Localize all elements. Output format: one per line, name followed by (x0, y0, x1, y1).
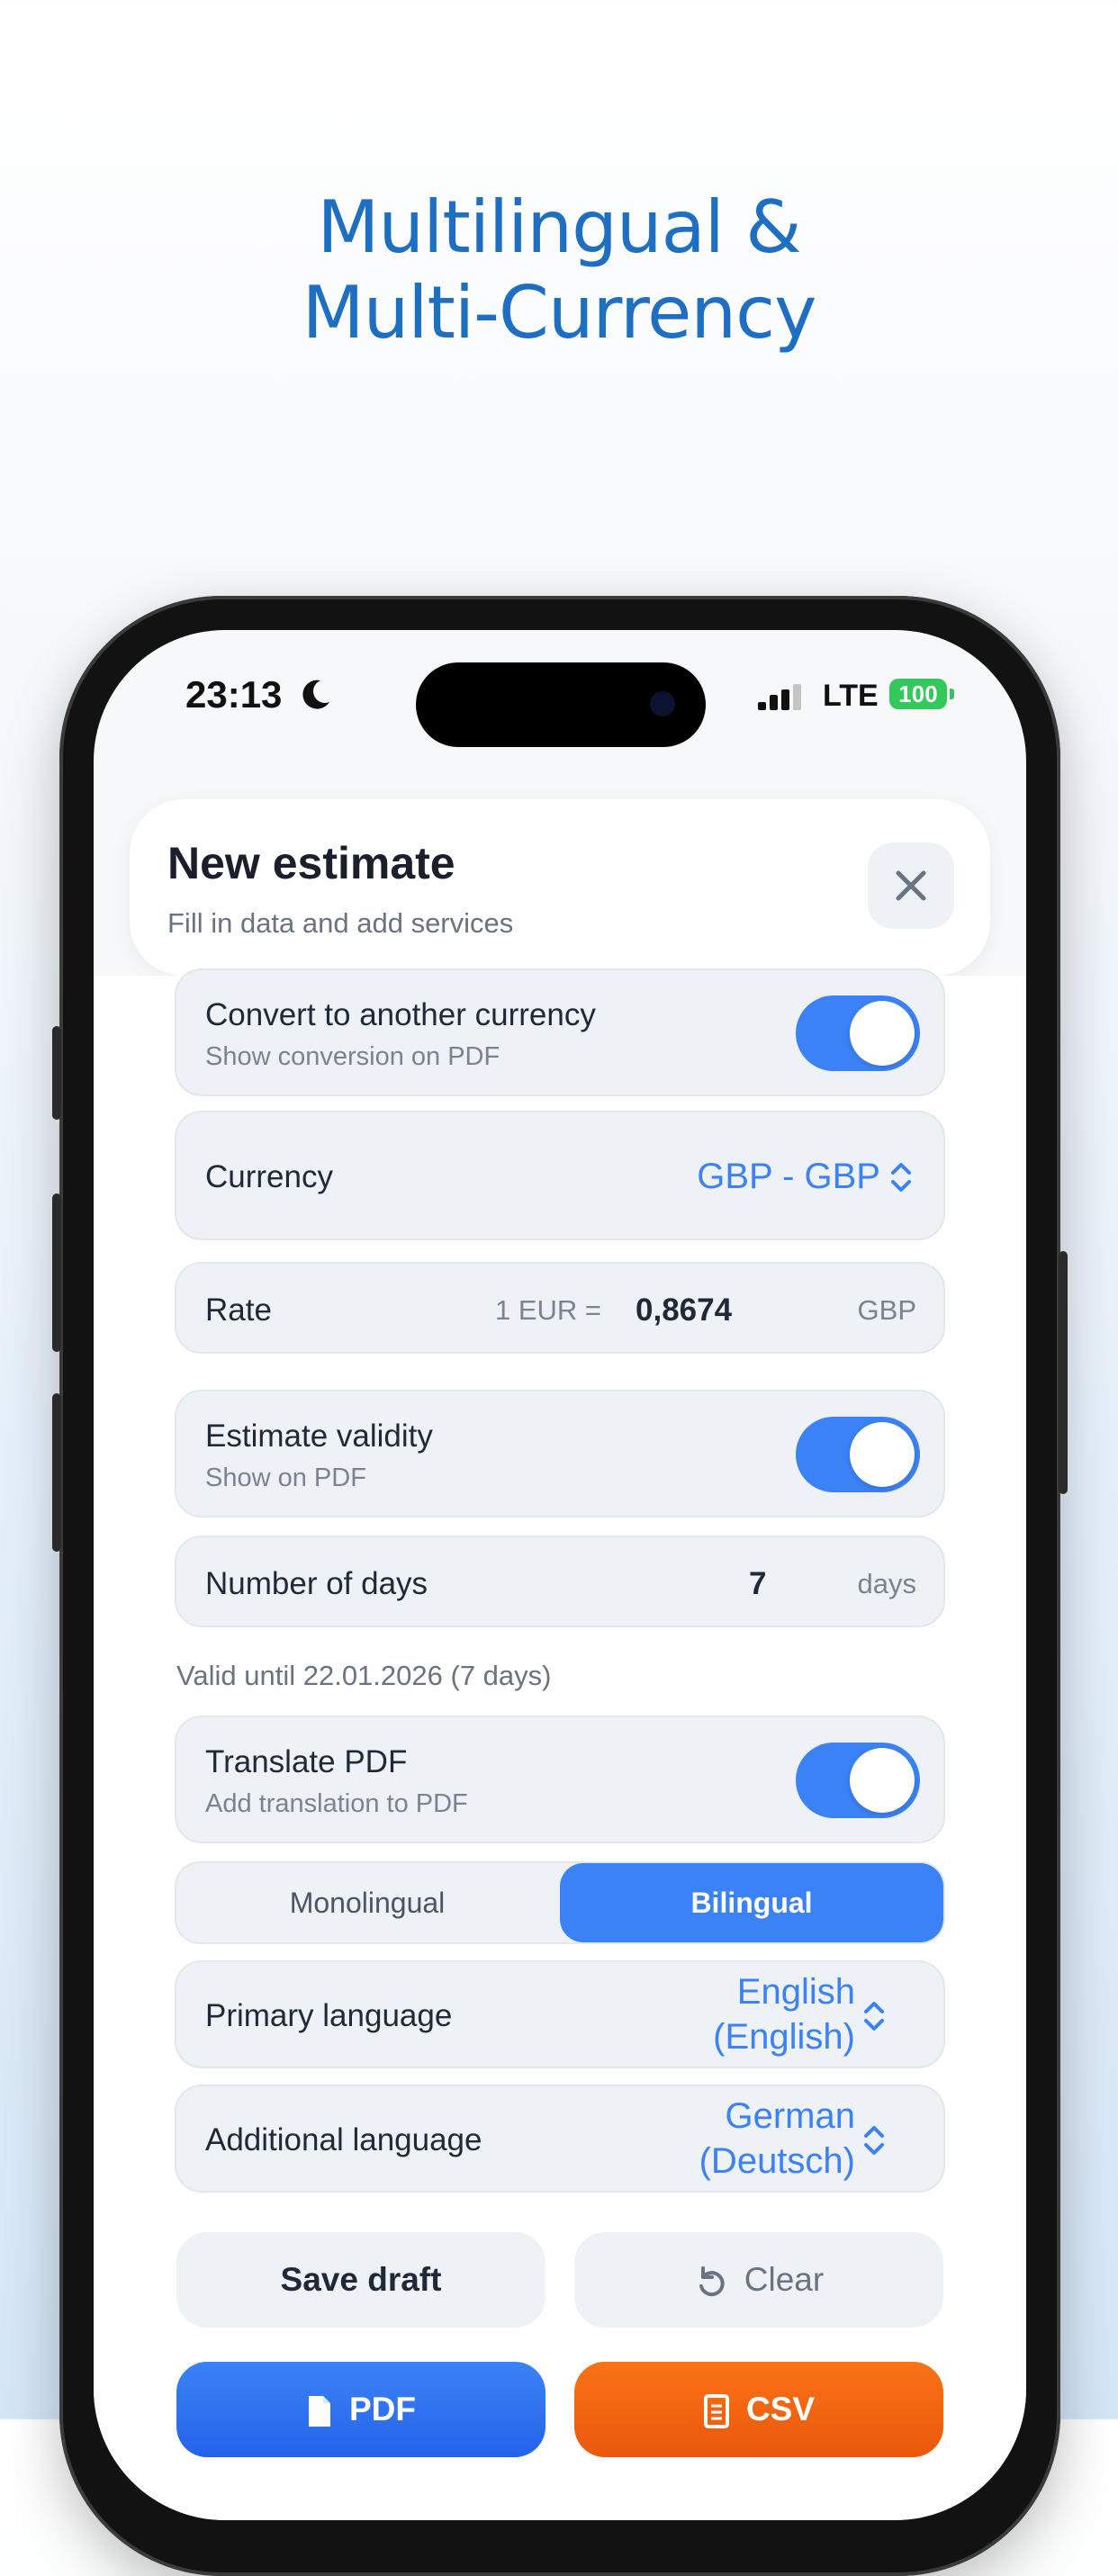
additional-language-name: German (725, 2096, 856, 2136)
validity-toggle[interactable] (796, 1417, 920, 1492)
convert-currency-subtitle: Show conversion on PDF (205, 1042, 500, 1071)
currency-row[interactable]: Currency GBP - GBP (175, 1111, 945, 1240)
toggle-knob (850, 1748, 915, 1813)
convert-currency-row: Convert to another currency Show convers… (175, 968, 945, 1096)
rate-unit: GBP (857, 1294, 916, 1326)
battery-level: 100 (898, 680, 938, 707)
chevron-up-down-icon (891, 1163, 911, 1192)
toggle-knob (850, 1422, 915, 1487)
primary-language-label: Primary language (205, 1998, 453, 2033)
clear-label: Clear (744, 2261, 825, 2298)
rate-input[interactable]: 0,8674 (636, 1293, 732, 1329)
network-type: LTE (823, 679, 879, 713)
spreadsheet-icon (703, 2394, 729, 2429)
days-label: Number of days (205, 1566, 428, 1601)
export-csv-button[interactable]: CSV (574, 2362, 943, 2457)
translation-mode-segmented-control: Monolingual Bilingual (175, 1861, 945, 1944)
camera-icon (650, 691, 675, 716)
phone-screen: 23:13 LTE 100 New estimate Fill in data … (94, 630, 1026, 2520)
headline-line-1: Multilingual & (317, 185, 801, 269)
days-unit: days (857, 1568, 916, 1599)
dynamic-island (416, 662, 706, 747)
days-row: Number of days 7 days (175, 1536, 945, 1627)
battery-icon: 100 (889, 679, 954, 709)
rate-label: Rate (205, 1293, 272, 1328)
translate-subtitle: Add translation to PDF (205, 1789, 468, 1818)
convert-currency-toggle[interactable] (796, 995, 920, 1071)
primary-language-value: English (English) (713, 1969, 855, 2059)
form-content: Convert to another currency Show convers… (94, 968, 1026, 2520)
validity-row: Estimate validity Show on PDF (175, 1390, 945, 1518)
segment-monolingual[interactable]: Monolingual (176, 1863, 558, 1942)
document-icon (309, 2396, 330, 2427)
toggle-knob (850, 1001, 915, 1066)
modal-header: New estimate Fill in data and add servic… (130, 799, 990, 976)
currency-label: Currency (205, 1159, 333, 1194)
primary-language-native: (English) (713, 2017, 855, 2057)
chevron-up-down-icon (864, 2002, 884, 2031)
close-icon (896, 870, 926, 901)
headline: Multilingual & Multi-Currency (0, 185, 1118, 356)
modal-subtitle: Fill in data and add services (167, 907, 514, 939)
primary-language-row[interactable]: Primary language English (English) (175, 1960, 945, 2068)
csv-label: CSV (745, 2391, 816, 2427)
valid-until-note: Valid until 22.01.2026 (7 days) (176, 1660, 552, 1691)
days-input[interactable]: 7 (749, 1566, 766, 1602)
save-draft-button[interactable]: Save draft (176, 2232, 545, 2328)
primary-language-name: English (736, 1972, 855, 2012)
modal-title: New estimate (167, 838, 455, 888)
signal-icon (758, 684, 801, 710)
currency-value: GBP - GBP (697, 1157, 880, 1196)
additional-language-native: (Deutsch) (699, 2141, 855, 2181)
pdf-label: PDF (349, 2391, 416, 2427)
status-time: 23:13 (185, 673, 283, 716)
translate-toggle[interactable] (796, 1743, 920, 1818)
action-button (52, 1026, 61, 1120)
rate-row: Rate 1 EUR = 0,8674 GBP (175, 1262, 945, 1354)
export-pdf-button[interactable]: PDF (176, 2362, 545, 2457)
translate-row: Translate PDF Add translation to PDF (175, 1716, 945, 1843)
validity-title: Estimate validity (205, 1419, 433, 1454)
headline-line-2: Multi-Currency (302, 271, 817, 355)
rate-prefix: 1 EUR = (495, 1294, 602, 1326)
power-button (1059, 1251, 1068, 1494)
moon-icon (302, 680, 329, 709)
additional-language-label: Additional language (205, 2122, 482, 2157)
additional-language-row[interactable]: Additional language German (Deutsch) (175, 2085, 945, 2193)
translate-title: Translate PDF (205, 1744, 408, 1779)
clear-button[interactable]: Clear (574, 2232, 943, 2328)
status-bar: 23:13 LTE 100 (94, 630, 1026, 756)
close-button[interactable] (868, 842, 954, 929)
additional-language-value: German (Deutsch) (699, 2094, 855, 2184)
segment-bilingual[interactable]: Bilingual (560, 1863, 943, 1942)
validity-subtitle: Show on PDF (205, 1464, 366, 1492)
convert-currency-title: Convert to another currency (205, 997, 596, 1032)
chevron-up-down-icon (864, 2126, 884, 2155)
volume-down-button (52, 1393, 61, 1552)
volume-up-button (52, 1193, 61, 1352)
undo-icon (699, 2266, 725, 2297)
save-draft-label: Save draft (280, 2261, 442, 2298)
